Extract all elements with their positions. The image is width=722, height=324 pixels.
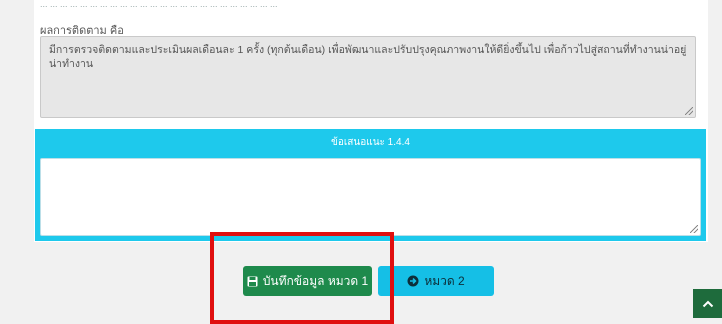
chevron-up-icon xyxy=(702,295,714,313)
resize-grip-icon[interactable] xyxy=(685,107,693,115)
cut-off-text: ... ... ... ... ... ... ... ... ... ... … xyxy=(40,0,278,9)
suggestion-header: ข้อเสนอแนะ 1.4.4 xyxy=(331,137,410,148)
resize-grip-icon[interactable] xyxy=(690,225,698,233)
suggestion-textarea[interactable] xyxy=(40,158,701,236)
scroll-top-button[interactable] xyxy=(693,289,722,318)
followup-text: มีการตรวจติดตามและประเมินผลเดือนละ 1 ครั… xyxy=(49,44,687,70)
next-button-label: หมวด 2 xyxy=(424,273,465,288)
followup-textarea[interactable]: มีการตรวจติดตามและประเมินผลเดือนละ 1 ครั… xyxy=(40,36,696,118)
highlight-box xyxy=(210,232,394,324)
suggestion-panel: ข้อเสนอแนะ 1.4.4 xyxy=(35,129,706,241)
next-section-2-button[interactable]: หมวด 2 xyxy=(378,266,494,296)
arrow-circle-right-icon xyxy=(407,275,419,287)
